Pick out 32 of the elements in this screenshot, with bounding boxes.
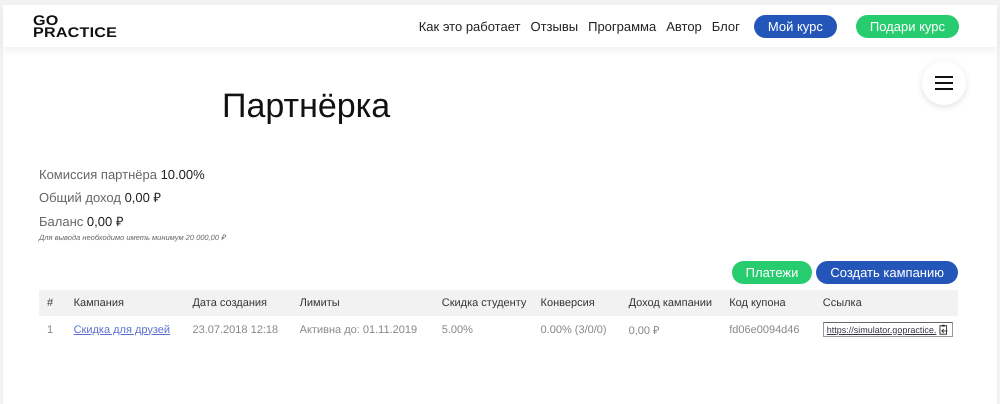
table-cell: 0,00 ₽ <box>620 316 722 343</box>
column-header: Скидка студенту <box>434 290 533 316</box>
nav-link[interactable]: Автор <box>666 18 702 34</box>
header-button[interactable]: Мой курс <box>754 14 837 38</box>
column-header: Дата создания <box>184 290 292 316</box>
nav-link[interactable]: Программа <box>588 18 656 34</box>
stat-line: Баланс 0,00 ₽ <box>39 213 125 230</box>
clipboard-icon[interactable] <box>939 324 949 335</box>
stat-line: Комиссия партнёра 10.00% <box>39 167 206 182</box>
menu-icon[interactable] <box>922 61 966 105</box>
table-cell: 5.00% <box>434 316 533 343</box>
column-header: Код купона <box>721 290 815 316</box>
column-header: Доход кампании <box>620 290 722 316</box>
column-header: Кампания <box>66 290 184 316</box>
table-cell: fd06e0094d46 <box>721 316 815 343</box>
action-button[interactable]: Создать кампанию <box>816 261 958 284</box>
table-cell: 1 <box>39 316 66 343</box>
nav-link[interactable]: Отзывы <box>530 18 578 34</box>
link-field[interactable]: https://simulator.gopractice. <box>822 322 953 337</box>
logo: GO PRACTICE <box>33 14 118 38</box>
column-header: Ссылка <box>814 290 958 316</box>
page-title: Партнёрка <box>222 87 392 127</box>
stat-line: Общий доход 0,00 ₽ <box>39 189 162 206</box>
column-header: Лимиты <box>292 290 434 316</box>
table-cell: Активна до: 01.11.2019 <box>292 316 434 343</box>
column-header: Конверсия <box>532 290 621 316</box>
table-cell: 23.07.2018 12:18 <box>184 316 292 343</box>
table-cell: 0.00% (3/0/0) <box>532 316 621 343</box>
campaign-link[interactable]: Скидка для друзей <box>74 324 170 336</box>
nav-link[interactable]: Блог <box>712 18 740 34</box>
nav-link[interactable]: Как это работает <box>418 18 520 34</box>
column-header: # <box>39 290 66 316</box>
